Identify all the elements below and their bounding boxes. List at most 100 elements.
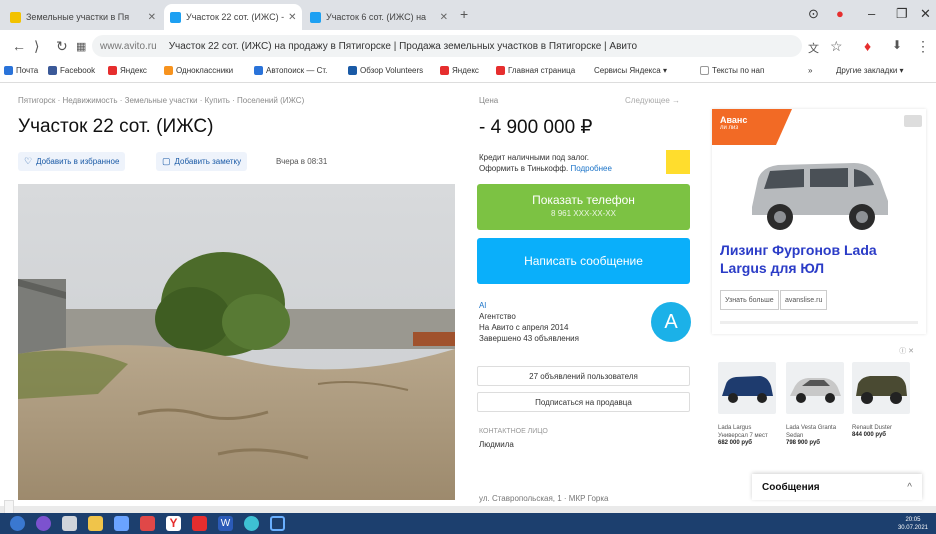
ad-banner-cars[interactable]: Ⓘ ✕ Lada Largus Универсал 7 мест 682 000…: [712, 344, 918, 494]
back-icon[interactable]: ←: [12, 38, 26, 54]
system-clock[interactable]: 20:05 30.07.2021: [898, 516, 928, 532]
bookmark-icon: [254, 66, 263, 75]
ad-car-card[interactable]: Renault Duster 844 000 руб: [852, 362, 912, 438]
seller-info: Al Агентство На Авито с апреля 2014 Заве…: [479, 300, 579, 344]
add-favorite-button[interactable]: ♡ Добавить в избранное: [18, 152, 126, 171]
ad-close-icon[interactable]: [904, 115, 922, 127]
status-url-bubble: [4, 500, 14, 514]
masked-phone: 8 961 XXX-XX-XX: [551, 209, 616, 218]
ad-site-link[interactable]: avanslise.ru: [780, 290, 828, 310]
browser-tab-bar: Земельные участки в Пя ✕ Участок 22 сот.…: [0, 0, 936, 30]
close-tab-icon[interactable]: ✕: [284, 12, 296, 23]
tab-2[interactable]: Участок 22 сот. (ИЖС) - ✕: [164, 4, 302, 30]
maximize-icon[interactable]: ❐: [896, 6, 908, 22]
credit-details-link[interactable]: Подробнее: [570, 164, 612, 173]
next-listing-link[interactable]: Следующее →: [625, 96, 680, 105]
seller-name[interactable]: Al: [479, 300, 579, 311]
bookmark-folder-other[interactable]: Другие закладки ▾: [836, 66, 904, 75]
tab-title: Земельные участки в Пя: [26, 12, 130, 22]
app-icon[interactable]: [140, 516, 155, 531]
price-label: Цена: [479, 96, 499, 105]
ad-headline[interactable]: Лизинг Фургонов Lada Largus для ЮЛ: [720, 241, 924, 277]
profile-icon[interactable]: ⊙: [808, 6, 819, 22]
tab-3[interactable]: Участок 6 сот. (ИЖС) на ✕: [304, 4, 454, 30]
search-icon[interactable]: [62, 516, 77, 531]
word-icon[interactable]: W: [218, 516, 233, 531]
extension-icon[interactable]: ●: [836, 6, 844, 21]
bookmark-item[interactable]: Главная страница: [496, 66, 575, 75]
bookmark-item[interactable]: Сервисы Яндекса ▾: [594, 66, 667, 75]
tab-title: Участок 22 сот. (ИЖС) -: [186, 12, 285, 22]
file-explorer-icon[interactable]: [88, 516, 103, 531]
app-icon[interactable]: [36, 516, 51, 531]
van-image: [752, 163, 888, 230]
bookmark-star-icon[interactable]: ☆: [830, 38, 843, 55]
bookmark-item[interactable]: Почта: [4, 66, 38, 75]
bookmark-label: Яндекс: [452, 66, 479, 75]
menu-icon[interactable]: ⋮: [916, 38, 930, 55]
address-domain: www.avito.ru: [100, 40, 157, 52]
bookmark-icon: [164, 66, 173, 75]
avatar[interactable]: A: [651, 302, 691, 342]
bookmarks-bar: Почта Facebook Яндекс Одноклассники Авто…: [0, 62, 936, 83]
chevron-up-icon[interactable]: ^: [907, 482, 912, 493]
minimize-icon[interactable]: –: [868, 6, 875, 21]
tinkoff-logo: [666, 150, 690, 174]
reload-icon[interactable]: ↻: [56, 38, 68, 55]
seller-since: На Авито с апреля 2014: [479, 323, 569, 332]
ad-car-card[interactable]: Lada Vesta Granta Sedan 798 900 руб: [786, 362, 846, 446]
bookmark-label: Обзор Volunteers: [360, 66, 424, 75]
bookmark-label: Сервисы Яндекса ▾: [594, 66, 667, 75]
write-message-button[interactable]: Написать сообщение: [477, 238, 690, 284]
tab-favicon-icon: [170, 11, 181, 23]
bookmark-item[interactable]: Автопоиск — Ст.: [254, 66, 327, 75]
ad-car-card[interactable]: Lada Largus Универсал 7 мест 682 000 руб: [718, 362, 778, 446]
bookmark-item[interactable]: Яндекс: [440, 66, 479, 75]
messages-panel[interactable]: Сообщения ^: [752, 474, 922, 500]
ad-learn-more-button[interactable]: Узнать больше: [720, 290, 779, 310]
close-tab-icon[interactable]: ✕: [436, 12, 448, 23]
bookmark-label: Яндекс: [120, 66, 147, 75]
site-info-icon[interactable]: ▦: [76, 40, 86, 53]
tab-1[interactable]: Земельные участки в Пя ✕: [4, 4, 162, 30]
breadcrumb[interactable]: Пятигорск · Недвижимость · Земельные уча…: [18, 96, 304, 105]
bookmark-icon: [348, 66, 357, 75]
bookmark-item[interactable]: Яндекс: [108, 66, 147, 75]
app-icon[interactable]: [270, 516, 285, 531]
add-note-button[interactable]: ▢ Добавить заметку: [156, 152, 248, 171]
show-phone-button[interactable]: Показать телефон 8 961 XXX-XX-XX: [477, 184, 690, 230]
ad-banner-lada[interactable]: Аванс ли лиз Лизинг Фургонов Lada Largus…: [712, 109, 926, 334]
downloads-icon[interactable]: ⬇: [892, 38, 902, 52]
app-icon[interactable]: [114, 516, 129, 531]
bookmark-item[interactable]: Facebook: [48, 66, 95, 75]
subscribe-seller-button[interactable]: Подписаться на продавца: [477, 392, 690, 412]
app-icon[interactable]: [244, 516, 259, 531]
user-ads-button[interactable]: 27 объявлений пользователя: [477, 366, 690, 386]
yandex-browser-icon[interactable]: Y: [166, 516, 181, 531]
car-image: [718, 362, 776, 414]
car-title: Lada Largus Универсал 7 мест: [718, 425, 768, 439]
car-price: 844 000 руб: [852, 432, 886, 438]
close-window-icon[interactable]: ✕: [920, 6, 931, 22]
car-title: Renault Duster: [852, 425, 893, 431]
listing-photo[interactable]: [18, 184, 455, 500]
app-icon[interactable]: [192, 516, 207, 531]
bookmark-item[interactable]: Обзор Volunteers: [348, 66, 423, 75]
horizontal-scrollbar[interactable]: [0, 506, 936, 513]
bookmarks-overflow-button[interactable]: »: [808, 66, 812, 75]
bookmark-item[interactable]: Тексты по нап: [700, 66, 764, 75]
page-icon: [700, 66, 709, 75]
bookmark-item[interactable]: Одноклассники: [164, 66, 233, 75]
extension-icon[interactable]: ♦: [864, 38, 871, 54]
address-bar[interactable]: www.avito.ru Участок 22 сот. (ИЖС) на пр…: [92, 35, 802, 57]
ad-info-icon[interactable]: Ⓘ ✕: [899, 346, 914, 356]
translate-icon[interactable]: 文: [808, 40, 819, 56]
car-title: Lada Vesta Granta Sedan: [786, 425, 837, 439]
new-tab-button[interactable]: +: [460, 6, 468, 22]
bookmark-icon: [440, 66, 449, 75]
close-tab-icon[interactable]: ✕: [144, 12, 156, 23]
tab-favicon-icon: [310, 11, 321, 23]
start-icon[interactable]: [10, 516, 25, 531]
seller-completed: Завершено 43 объявления: [479, 334, 579, 343]
forward-icon[interactable]: ⟩: [34, 38, 39, 55]
